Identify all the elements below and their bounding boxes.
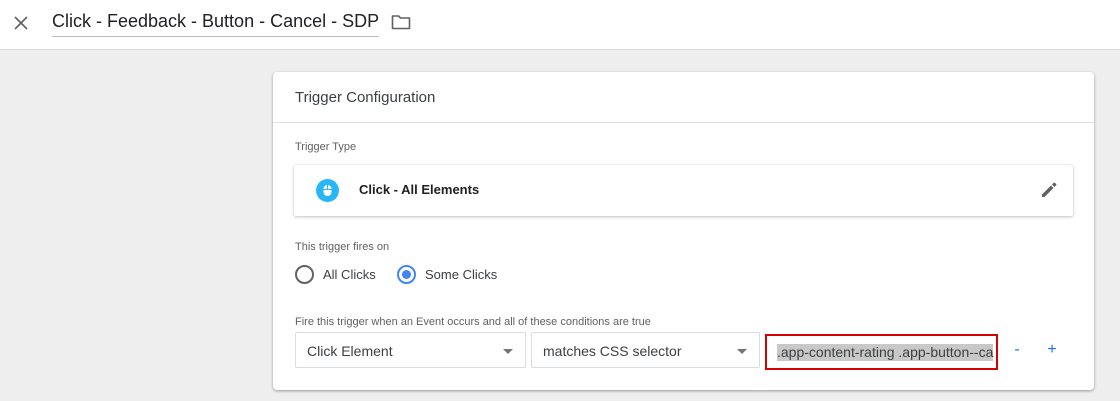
card-title: Trigger Configuration bbox=[295, 89, 436, 106]
folder-icon bbox=[391, 15, 411, 30]
trigger-configuration-card: Trigger Configuration Trigger Type Click… bbox=[273, 72, 1094, 390]
variable-select[interactable]: Click Element bbox=[295, 332, 526, 368]
radio-dot bbox=[402, 270, 411, 279]
close-icon bbox=[14, 16, 28, 30]
add-condition-button[interactable]: + bbox=[1042, 340, 1062, 360]
variable-select-value: Click Element bbox=[307, 343, 393, 359]
folder-button[interactable] bbox=[390, 12, 412, 32]
mouse-icon bbox=[316, 179, 339, 202]
trigger-type-selector[interactable]: Click - All Elements bbox=[294, 165, 1073, 216]
radio-button-selected[interactable] bbox=[397, 265, 416, 284]
radio-some-clicks[interactable]: Some Clicks bbox=[397, 265, 497, 284]
card-divider bbox=[273, 122, 1094, 123]
radio-label: All Clicks bbox=[323, 267, 376, 282]
close-button[interactable] bbox=[8, 10, 34, 36]
trigger-type-name: Click - All Elements bbox=[359, 182, 480, 197]
trigger-name-field[interactable]: Click - Feedback - Button - Cancel - SDP bbox=[52, 11, 380, 37]
radio-all-clicks[interactable]: All Clicks bbox=[295, 265, 376, 284]
radio-button[interactable] bbox=[295, 265, 314, 284]
condition-value-text: .app-content-rating .app-button--ca bbox=[777, 344, 994, 361]
dropdown-arrow-icon bbox=[737, 349, 747, 354]
dropdown-arrow-icon bbox=[503, 349, 513, 354]
conditions-label: Fire this trigger when an Event occurs a… bbox=[295, 316, 651, 328]
radio-label: Some Clicks bbox=[425, 267, 498, 282]
trigger-type-label: Trigger Type bbox=[295, 141, 357, 153]
pencil-edit-icon[interactable] bbox=[1039, 180, 1059, 200]
operator-select[interactable]: matches CSS selector bbox=[531, 332, 760, 368]
remove-condition-button[interactable]: - bbox=[1007, 340, 1027, 360]
operator-select-value: matches CSS selector bbox=[543, 343, 682, 359]
editor-header: Click - Feedback - Button - Cancel - SDP bbox=[0, 0, 1120, 50]
condition-value-input[interactable]: .app-content-rating .app-button--ca bbox=[765, 334, 998, 370]
fires-on-label: This trigger fires on bbox=[295, 241, 390, 253]
